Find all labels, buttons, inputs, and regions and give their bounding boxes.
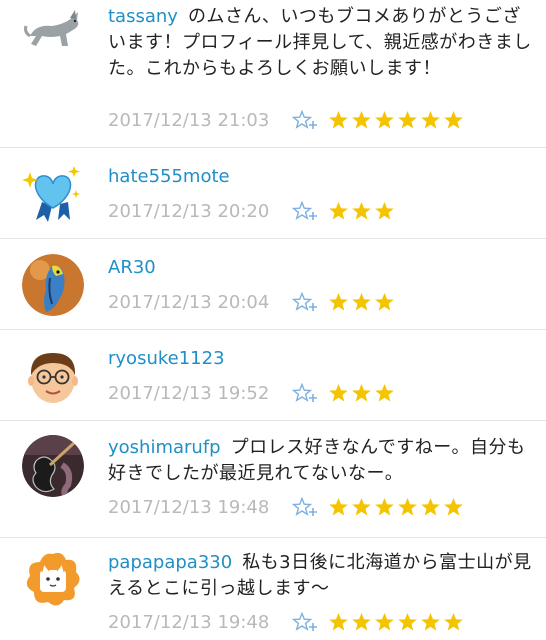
- star-icon: [352, 202, 371, 220]
- star-icon: [352, 111, 371, 129]
- comment-row: papapapa330 私も3日後に北海道から富士山が見えるとこに引っ越します〜 …: [0, 538, 546, 640]
- username-link[interactable]: tassany: [108, 6, 178, 27]
- comment-meta: 2017/12/13 20:04: [108, 289, 397, 315]
- comment-row: yoshimarufp プロレス好きなんですねー。自分も好きでしたが最近見れてない…: [0, 421, 546, 538]
- comment-text: hate555mote: [108, 164, 532, 190]
- star-rating[interactable]: [328, 497, 466, 517]
- username-link[interactable]: ryosuke1123: [108, 348, 225, 369]
- star-icon: [444, 613, 463, 631]
- timestamp: 2017/12/13 19:48: [108, 611, 270, 633]
- comment-text: AR30: [108, 255, 532, 281]
- star-icon: [398, 613, 417, 631]
- comment-row: ryosuke1123 2017/12/13 19:52: [0, 330, 546, 421]
- cat-avatar[interactable]: [22, 2, 84, 64]
- star-icon: [375, 384, 394, 402]
- comment-text: papapapa330 私も3日後に北海道から富士山が見えるとこに引っ越します〜: [108, 552, 532, 599]
- timestamp: 2017/12/13 20:20: [108, 200, 270, 222]
- star-icon: [352, 498, 371, 516]
- username-link[interactable]: papapapa330: [108, 552, 232, 573]
- comment-text: ryosuke1123: [108, 346, 532, 372]
- comment-meta: 2017/12/13 19:48: [108, 494, 466, 520]
- star-rating[interactable]: [328, 612, 466, 632]
- star-rating[interactable]: [328, 383, 397, 403]
- star-icon: [329, 111, 348, 129]
- star-icon: [375, 498, 394, 516]
- star-rating[interactable]: [328, 110, 466, 130]
- comment-text: tassany のムさん、いつもブコメありがとうございます！プロフィール拝見して、…: [108, 6, 532, 79]
- guitar-avatar[interactable]: [22, 435, 84, 497]
- add-star-icon[interactable]: [292, 497, 318, 517]
- star-icon: [421, 111, 440, 129]
- timestamp: 2017/12/13 19:48: [108, 496, 270, 518]
- add-star-icon[interactable]: [292, 110, 318, 130]
- star-icon: [421, 498, 440, 516]
- heart-ribbon-avatar[interactable]: [22, 162, 84, 224]
- comment-text: yoshimarufp プロレス好きなんですねー。自分も好きでしたが最近見れてない…: [108, 437, 526, 484]
- username-link[interactable]: yoshimarufp: [108, 437, 221, 458]
- comment-row: hate555mote 2017/12/13 20:20: [0, 148, 546, 239]
- star-icon: [444, 498, 463, 516]
- star-icon: [398, 111, 417, 129]
- timestamp: 2017/12/13 21:03: [108, 109, 270, 131]
- add-star-icon[interactable]: [292, 201, 318, 221]
- star-icon: [352, 384, 371, 402]
- star-icon: [352, 613, 371, 631]
- add-star-icon[interactable]: [292, 612, 318, 632]
- username-link[interactable]: AR30: [108, 257, 156, 278]
- star-icon: [329, 613, 348, 631]
- comment-meta: 2017/12/13 21:03: [108, 107, 466, 133]
- star-icon: [375, 202, 394, 220]
- star-icon: [375, 111, 394, 129]
- star-icon: [375, 613, 394, 631]
- star-icon: [375, 293, 394, 311]
- glasses-face-avatar[interactable]: [22, 345, 84, 407]
- orange-cat-avatar[interactable]: [22, 548, 84, 610]
- star-icon: [421, 613, 440, 631]
- add-star-icon[interactable]: [292, 383, 318, 403]
- star-icon: [329, 202, 348, 220]
- star-icon: [444, 111, 463, 129]
- star-comment-list: tassany のムさん、いつもブコメありがとうございます！プロフィール拝見して、…: [0, 0, 546, 640]
- star-icon: [329, 498, 348, 516]
- username-link[interactable]: hate555mote: [108, 166, 230, 187]
- star-icon: [329, 293, 348, 311]
- add-star-icon[interactable]: [292, 292, 318, 312]
- comment-row: tassany のムさん、いつもブコメありがとうございます！プロフィール拝見して、…: [0, 0, 546, 148]
- timestamp: 2017/12/13 19:52: [108, 382, 270, 404]
- parakeet-avatar[interactable]: [22, 254, 84, 316]
- star-rating[interactable]: [328, 201, 397, 221]
- comment-meta: 2017/12/13 19:52: [108, 380, 397, 406]
- star-icon: [329, 384, 348, 402]
- star-rating[interactable]: [328, 292, 397, 312]
- star-icon: [352, 293, 371, 311]
- comment-meta: 2017/12/13 20:20: [108, 198, 397, 224]
- comment-meta: 2017/12/13 19:48: [108, 609, 466, 635]
- star-icon: [398, 498, 417, 516]
- timestamp: 2017/12/13 20:04: [108, 291, 270, 313]
- comment-row: AR30 2017/12/13 20:04: [0, 239, 546, 330]
